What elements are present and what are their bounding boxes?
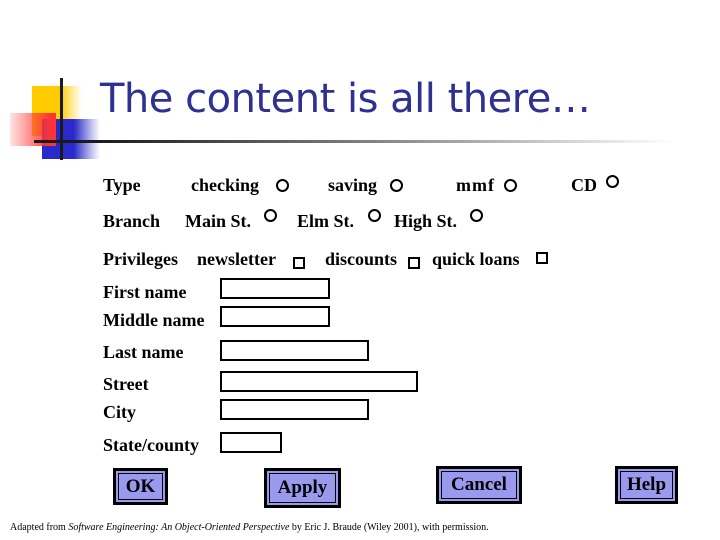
street-label: Street — [103, 374, 149, 394]
type-checking-radio[interactable] — [276, 179, 289, 192]
branch-elm-radio[interactable] — [368, 209, 381, 222]
first-name-field[interactable] — [220, 278, 330, 299]
street-field[interactable] — [220, 371, 418, 392]
branch-high-radio[interactable] — [470, 209, 483, 222]
apply-button[interactable]: Apply — [264, 468, 341, 508]
credit-suffix: by Eric J. Braude (Wiley 2001), with per… — [289, 522, 489, 533]
middle-name-field[interactable] — [220, 306, 330, 327]
first-name-label: First name — [103, 282, 187, 302]
middle-name-label: Middle name — [103, 310, 205, 330]
branch-elm-label: Elm St. — [297, 211, 355, 231]
type-label: Type — [103, 175, 141, 195]
credit-line: Adapted from Software Engineering: An Ob… — [10, 522, 489, 533]
type-saving-radio[interactable] — [390, 179, 403, 192]
credit-book-title: Software Engineering: An Object-Oriented… — [68, 522, 290, 533]
type-mmf-label: mmf — [456, 175, 495, 195]
privileges-newsletter-label: newsletter — [197, 249, 276, 269]
city-label: City — [103, 402, 136, 422]
privileges-quickloans-checkbox[interactable] — [536, 252, 548, 264]
type-mmf-radio[interactable] — [504, 179, 517, 192]
city-field[interactable] — [220, 399, 369, 420]
branch-high-label: High St. — [394, 211, 458, 231]
type-saving-label: saving — [328, 175, 378, 195]
last-name-field[interactable] — [220, 340, 369, 361]
privileges-discounts-label: discounts — [325, 249, 398, 269]
state-county-field[interactable] — [220, 432, 282, 453]
type-cd-label: CD — [571, 175, 597, 195]
privileges-newsletter-checkbox[interactable] — [293, 257, 305, 269]
slide-title: The content is all there… — [100, 76, 591, 122]
privileges-label: Privileges — [103, 249, 178, 269]
branch-main-label: Main St. — [185, 211, 252, 231]
logo-vertical-line — [60, 78, 63, 160]
ok-button[interactable]: OK — [113, 468, 168, 505]
state-county-label: State/county — [103, 435, 199, 455]
credit-prefix: Adapted from — [10, 522, 69, 533]
privileges-quickloans-label: quick loans — [432, 249, 520, 269]
type-checking-label: checking — [191, 175, 260, 195]
branch-main-radio[interactable] — [264, 209, 277, 222]
help-button[interactable]: Help — [615, 466, 678, 504]
privileges-discounts-checkbox[interactable] — [408, 257, 420, 269]
last-name-label: Last name — [103, 342, 184, 362]
type-cd-radio[interactable] — [606, 175, 619, 188]
title-underline — [34, 140, 674, 143]
cancel-button[interactable]: Cancel — [436, 466, 522, 504]
branch-label: Branch — [103, 211, 161, 231]
